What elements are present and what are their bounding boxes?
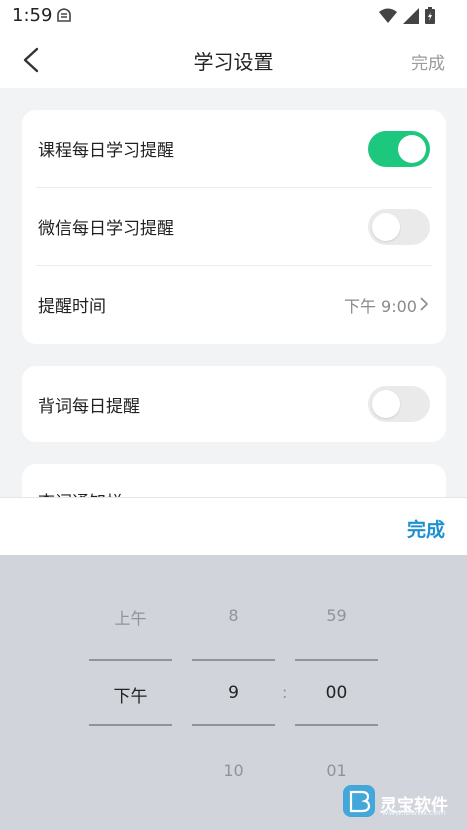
wechat-reminder-toggle[interactable] bbox=[368, 209, 430, 245]
status-time: 1:59 bbox=[12, 5, 53, 26]
watermark: 灵宝软件 www.lbwtw.com bbox=[342, 784, 448, 822]
hour-option-selected[interactable]: 9 bbox=[192, 683, 275, 703]
wheel-divider bbox=[192, 659, 275, 661]
header-done-button[interactable]: 完成 bbox=[411, 49, 445, 74]
minute-option-above[interactable]: 59 bbox=[295, 606, 378, 625]
minute-option-selected[interactable]: 00 bbox=[295, 683, 378, 703]
hour-option-above[interactable]: 8 bbox=[192, 606, 275, 625]
signal-icon bbox=[403, 7, 419, 24]
wechat-reminder-row: 微信每日学习提醒 bbox=[22, 188, 446, 266]
reminder-settings-card: 课程每日学习提醒 微信每日学习提醒 提醒时间 下午 9:00 bbox=[22, 110, 446, 344]
wifi-icon bbox=[379, 8, 397, 24]
vocab-settings-card: 背词每日提醒 bbox=[22, 366, 446, 442]
battery-icon bbox=[425, 7, 435, 24]
picker-sheet-header: 完成 bbox=[0, 497, 467, 555]
reminder-time-value: 下午 9:00 bbox=[343, 297, 417, 316]
time-separator: : bbox=[282, 683, 288, 702]
wheel-divider bbox=[89, 659, 172, 661]
hour-option-below[interactable]: 10 bbox=[192, 761, 275, 780]
watermark-logo-icon bbox=[342, 784, 376, 822]
wheel-divider bbox=[192, 724, 275, 726]
ampm-option-selected[interactable]: 下午 bbox=[89, 682, 172, 707]
hour-wheel[interactable]: 8 9 10 bbox=[192, 555, 275, 830]
wechat-reminder-label: 微信每日学习提醒 bbox=[38, 219, 174, 239]
course-reminder-label: 课程每日学习提醒 bbox=[38, 141, 174, 161]
ampm-option-above[interactable]: 上午 bbox=[89, 605, 172, 629]
toggle-knob bbox=[398, 135, 426, 163]
reminder-time-value-group: 下午 9:00 bbox=[343, 293, 429, 317]
vocab-reminder-label: 背词每日提醒 bbox=[38, 397, 140, 417]
wheel-divider bbox=[295, 659, 378, 661]
toggle-knob bbox=[372, 390, 400, 418]
status-bar: 1:59 bbox=[0, 0, 467, 32]
vocab-reminder-toggle[interactable] bbox=[368, 386, 430, 422]
minute-option-below[interactable]: 01 bbox=[295, 761, 378, 780]
reminder-time-label: 提醒时间 bbox=[38, 297, 106, 317]
course-reminder-toggle[interactable] bbox=[368, 131, 430, 167]
vocab-reminder-row: 背词每日提醒 bbox=[22, 366, 446, 444]
picker-done-button[interactable]: 完成 bbox=[407, 515, 445, 542]
wheel-divider bbox=[89, 724, 172, 726]
notification-icon bbox=[55, 6, 73, 28]
chevron-right-icon bbox=[420, 296, 429, 315]
nav-bar: 学习设置 完成 bbox=[0, 32, 467, 88]
page-title: 学习设置 bbox=[193, 50, 274, 74]
watermark-url: www.lbwtw.com bbox=[382, 808, 446, 817]
ampm-wheel[interactable]: 上午 下午 bbox=[89, 555, 172, 830]
toggle-knob bbox=[372, 213, 400, 241]
reminder-time-row[interactable]: 提醒时间 下午 9:00 bbox=[22, 266, 446, 344]
wheel-divider bbox=[295, 724, 378, 726]
course-reminder-row: 课程每日学习提醒 bbox=[22, 110, 446, 188]
